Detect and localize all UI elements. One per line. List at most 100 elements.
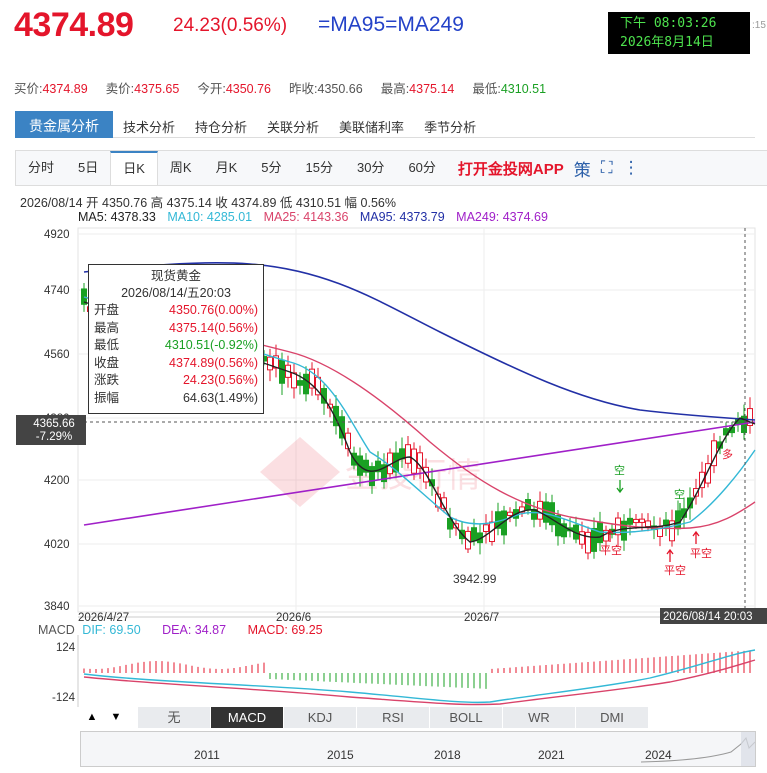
candle-body [645, 520, 651, 528]
open-app-link[interactable]: 打开金投网APP [458, 158, 564, 179]
macd-histogram [83, 650, 751, 689]
tab-seasonal[interactable]: 季节分析 [414, 111, 486, 137]
ma249-line [83, 421, 756, 526]
candle-body [483, 524, 489, 533]
indicator-dmi[interactable]: DMI [576, 707, 649, 728]
buy-label: 买价: [14, 82, 43, 96]
candle-body [399, 448, 405, 460]
tooltip-row-change: 涨跌 24.23(0.56%) [94, 373, 258, 387]
fullscreen-icon[interactable]: ⛶ [601, 158, 613, 178]
buy-value: 4374.89 [42, 82, 88, 96]
period-30min[interactable]: 30分 [345, 151, 396, 185]
period-daily-k[interactable]: 日K [110, 151, 158, 185]
crosshair-date: 2026/08/14 20:03 [663, 611, 753, 623]
close-short-marker: 平空 [664, 563, 686, 577]
scroll-down-icon[interactable]: ▼ [104, 707, 128, 728]
sell-value: 4375.65 [134, 82, 180, 96]
candle-body [639, 518, 645, 523]
period-intraday[interactable]: 分时 [16, 151, 66, 185]
clock-overflow: :15 [752, 20, 766, 31]
period-5min[interactable]: 5分 [249, 151, 293, 185]
tooltip-row-low: 最低 4310.51(-0.92%) [94, 338, 258, 352]
more-icon[interactable]: ⋮ [623, 158, 640, 178]
y-tick-label: 4560 [44, 349, 70, 361]
macd-y-tick: -124 [52, 692, 76, 704]
candle-body [267, 356, 273, 371]
timeline-year: 2011 [194, 748, 220, 762]
candle-body [549, 502, 555, 526]
short-marker: 空 [674, 487, 685, 501]
close-short-arrow [666, 548, 674, 562]
candle-body [405, 444, 411, 464]
ohlc-tooltip: 现货黄金 2026/08/14/五20:03 开盘 4350.76(0.00%) … [88, 264, 264, 414]
candle-body [537, 500, 543, 520]
indicator-boll[interactable]: BOLL [430, 707, 503, 728]
close-short-marker: 平空 [600, 543, 622, 557]
macd-label: MACD [38, 623, 75, 637]
open-label: 今开: [197, 82, 226, 96]
candle-body [291, 372, 297, 389]
close-short-arrow [692, 530, 700, 544]
macd-dif: DIF: 69.50 [82, 623, 141, 637]
low-value: 4310.51 [500, 82, 547, 96]
period-60min[interactable]: 60分 [396, 151, 447, 185]
macd-dea: DEA: 34.87 [162, 623, 227, 637]
scroll-up-icon[interactable]: ▲ [80, 707, 104, 728]
price-change: 24.23(0.56%) [173, 15, 288, 36]
candle-body [303, 373, 309, 395]
open-value: 4350.76 [225, 82, 272, 96]
sell-label: 卖价: [105, 82, 135, 96]
indicator-bar: ▲ ▼ 无 MACD KDJ RSI BOLL WR DMI [80, 707, 754, 729]
indicator-none[interactable]: 无 [138, 707, 211, 728]
short-arrow [616, 480, 624, 494]
candle-body [621, 520, 627, 541]
clock-date: 2026年8月14日 [620, 35, 714, 50]
candle-body [585, 531, 591, 554]
prev-close-value: 4350.66 [317, 82, 363, 96]
tab-precious-metals[interactable]: 贵金属分析 [15, 111, 113, 138]
candle-body [633, 518, 639, 524]
timeline-year: 2018 [434, 748, 461, 762]
quote-row: 买价:4374.89 卖价:4375.65 今开:4350.76 昨收:4350… [14, 78, 754, 97]
tooltip-row-amplitude: 振幅 64.63(1.49%) [94, 390, 258, 405]
period-15min[interactable]: 15分 [294, 151, 345, 185]
indicator-wr[interactable]: WR [503, 707, 576, 728]
y-tick-label: 4920 [44, 229, 70, 241]
candle-body [543, 501, 549, 523]
candle-body [297, 380, 303, 386]
candle-body [471, 527, 477, 542]
macd-y-tick: 124 [56, 642, 76, 654]
y-tick-label: 4200 [44, 475, 70, 487]
y-tick-label: 4020 [44, 539, 70, 551]
timeline-navigator[interactable]: 2011 2015 2018 2021 2024 [80, 731, 756, 767]
macd-value: MACD: 69.25 [247, 623, 323, 637]
period-5day[interactable]: 5日 [66, 151, 110, 185]
tab-correlation[interactable]: 关联分析 [257, 111, 329, 137]
clock-time: 下午 08:03:26 [620, 16, 717, 31]
candle-body [279, 359, 285, 384]
y-tick-label: 3840 [44, 601, 70, 613]
tab-positions[interactable]: 持仓分析 [185, 111, 257, 137]
high-value: 4375.14 [409, 82, 455, 96]
tab-fed-rate[interactable]: 美联储利率 [329, 111, 414, 137]
current-price: 4374.89 [14, 6, 134, 44]
candle-body [591, 527, 597, 552]
period-bar: 分时 5日 日K 周K 月K 5分 15分 30分 60分 打开金投网APP 策… [15, 150, 767, 186]
candle-body [369, 466, 375, 487]
indicator-rsi[interactable]: RSI [357, 707, 430, 728]
timeline-selection-handle[interactable] [741, 732, 755, 766]
tooltip-row-high: 最高 4375.14(0.56%) [94, 320, 258, 335]
period-weekly-k[interactable]: 周K [158, 151, 204, 185]
strategy-icon[interactable]: 策 [574, 156, 591, 181]
candle-body [507, 511, 513, 517]
timeline-year: 2024 [645, 748, 672, 762]
tooltip-row-close: 收盘 4374.89(0.56%) [94, 355, 258, 370]
indicator-kdj[interactable]: KDJ [284, 707, 357, 728]
analysis-tab-bar: 贵金属分析 技术分析 持仓分析 关联分析 美联储利率 季节分析 [15, 111, 755, 138]
high-label: 最高: [380, 82, 410, 96]
low-label: 最低: [472, 82, 501, 96]
period-monthly-k[interactable]: 月K [204, 151, 250, 185]
tab-technical[interactable]: 技术分析 [113, 111, 185, 137]
indicator-macd[interactable]: MACD [211, 707, 284, 728]
timeline-year: 2021 [538, 748, 565, 762]
